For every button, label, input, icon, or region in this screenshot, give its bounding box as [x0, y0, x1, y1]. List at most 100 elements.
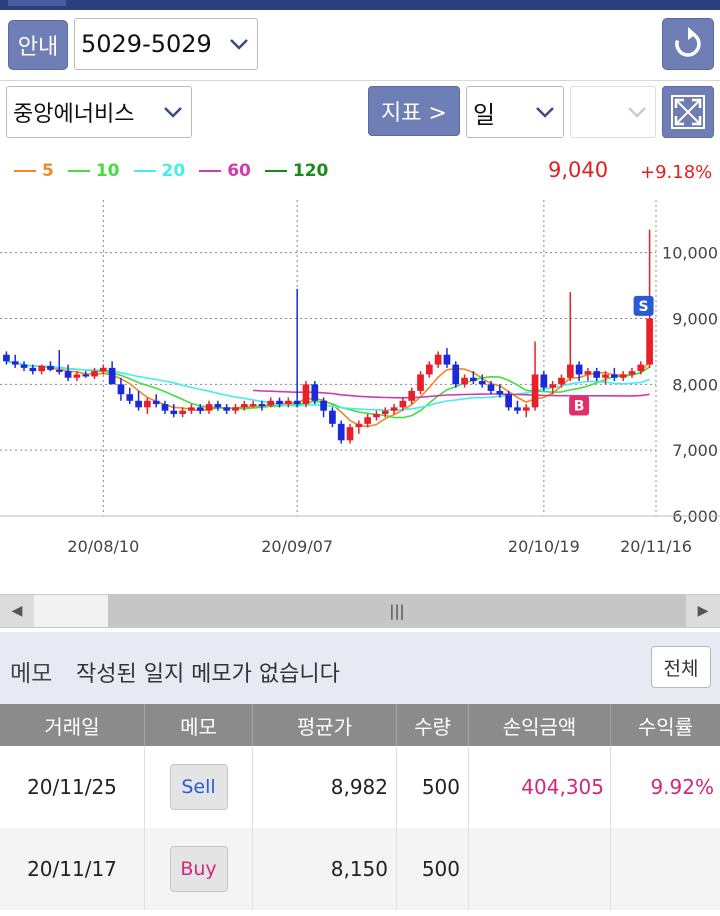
candle-body [179, 410, 186, 414]
candle-body [152, 400, 160, 405]
candle-body [223, 407, 231, 411]
candle-body [161, 404, 169, 411]
buy-memo-button[interactable]: Buy [169, 846, 228, 892]
candle-body [337, 423, 345, 441]
candle-body [240, 404, 248, 408]
candle-body [505, 394, 512, 408]
header-avg-price: 평균가 [253, 704, 397, 746]
candle-body [549, 384, 557, 388]
legend-item-120: 120 [264, 161, 329, 181]
candle-body [91, 371, 98, 377]
trade-marker-label: S [639, 299, 649, 315]
cell-qty: 500 [397, 828, 469, 910]
candle-body [373, 413, 380, 418]
header-rate: 수익률 [637, 714, 694, 739]
legend-label: 5 [42, 161, 54, 181]
cell-memo: Buy [145, 828, 253, 910]
memo-title: 메모 [10, 661, 53, 687]
cell-pnl [469, 828, 611, 910]
account-value: 5029-5029 [81, 30, 212, 58]
candle-body [611, 374, 618, 378]
cell-pnl: 404,305 [469, 746, 611, 828]
sell-memo-button[interactable]: Sell [169, 764, 228, 810]
candle-body [584, 371, 592, 375]
candle-body [73, 374, 81, 378]
chevron-down-icon [527, 106, 563, 118]
candle-body [514, 407, 521, 411]
cell-date: 20/11/25 [0, 746, 145, 828]
chart-scrollbar[interactable]: ◀ ||| ▶ [0, 594, 720, 628]
legend-line [14, 170, 36, 172]
candle-body [531, 374, 539, 408]
top-tab-nub [8, 0, 66, 6]
candle-body [425, 364, 433, 375]
legend-label: 60 [227, 161, 251, 181]
candle-body [575, 364, 583, 375]
cell-qty: 500 [397, 746, 469, 828]
legend-line [199, 170, 222, 172]
candle-body [47, 365, 54, 370]
x-tick-label: 20/09/07 [261, 537, 333, 556]
header-date: 거래일 [0, 704, 145, 746]
current-price: 9,040 [548, 158, 609, 182]
table-row[interactable]: 20/11/17 Buy 8,150 500 [0, 828, 720, 910]
candle-body [443, 354, 451, 365]
price-chart[interactable]: 10,0009,0008,0007,0006,00020/08/10 20/09/… [0, 190, 720, 570]
expand-icon [671, 95, 705, 129]
ma-legend: 5 10 20 60 120 [14, 158, 342, 184]
candle-body [82, 374, 90, 377]
candle-body [285, 400, 292, 405]
legend-item-10: 10 [67, 161, 120, 181]
header-qty: 수량 [397, 704, 469, 746]
period-extra-select[interactable] [570, 86, 656, 138]
candle-body [381, 410, 389, 414]
candle-body [55, 369, 63, 372]
fullscreen-button[interactable] [662, 86, 714, 138]
candle-body [170, 410, 178, 414]
memo-all-button[interactable]: 전체 [651, 646, 711, 688]
chevron-down-icon [221, 38, 257, 50]
candle-body [188, 407, 195, 411]
stock-select[interactable]: 중앙에너비스 [6, 86, 192, 138]
scroll-right-arrow[interactable]: ▶ [686, 595, 720, 627]
candle-body [593, 371, 601, 378]
legend-line [264, 170, 287, 172]
account-select[interactable]: 5029-5029 [74, 18, 258, 70]
candle-body [558, 377, 565, 385]
candle-body [390, 407, 398, 411]
candle-body [99, 367, 107, 372]
indicator-button[interactable]: 지표 > [368, 86, 460, 136]
candle-body [522, 407, 530, 411]
candle-body [205, 404, 213, 411]
candle-body [29, 367, 37, 372]
top-status-bar [0, 0, 720, 10]
candle-body [293, 400, 301, 405]
refresh-button[interactable] [662, 18, 714, 70]
legend-line [133, 170, 156, 172]
candle-body [302, 384, 310, 405]
candle-body [320, 400, 327, 411]
toolbar-divider [0, 80, 720, 81]
legend-item-60: 60 [199, 161, 251, 181]
legend-label: 120 [292, 161, 329, 181]
cell-avg-price: 8,982 [253, 746, 397, 828]
period-select[interactable]: 일 [466, 86, 564, 138]
guide-button[interactable]: 안내 [8, 20, 68, 70]
candle-body [11, 361, 19, 365]
candle-body [196, 407, 204, 411]
cell-memo: Sell [145, 746, 253, 828]
candle-body [117, 384, 125, 395]
candle-body [346, 427, 354, 441]
header-memo: 메모 [145, 704, 253, 746]
scroll-thumb[interactable]: ||| [108, 595, 686, 627]
legend-line [67, 170, 90, 172]
candle-body [135, 400, 142, 408]
table-row[interactable]: 20/11/25 Sell 8,982 500 404,305 9.92% [0, 746, 720, 828]
candle-body [602, 374, 609, 378]
scroll-left-arrow[interactable]: ◀ [0, 595, 34, 627]
candle-body [144, 400, 151, 408]
candle-body [417, 374, 424, 391]
candle-body [108, 367, 116, 385]
scroll-track[interactable] [34, 595, 108, 627]
trade-marker-label: B [574, 399, 585, 415]
